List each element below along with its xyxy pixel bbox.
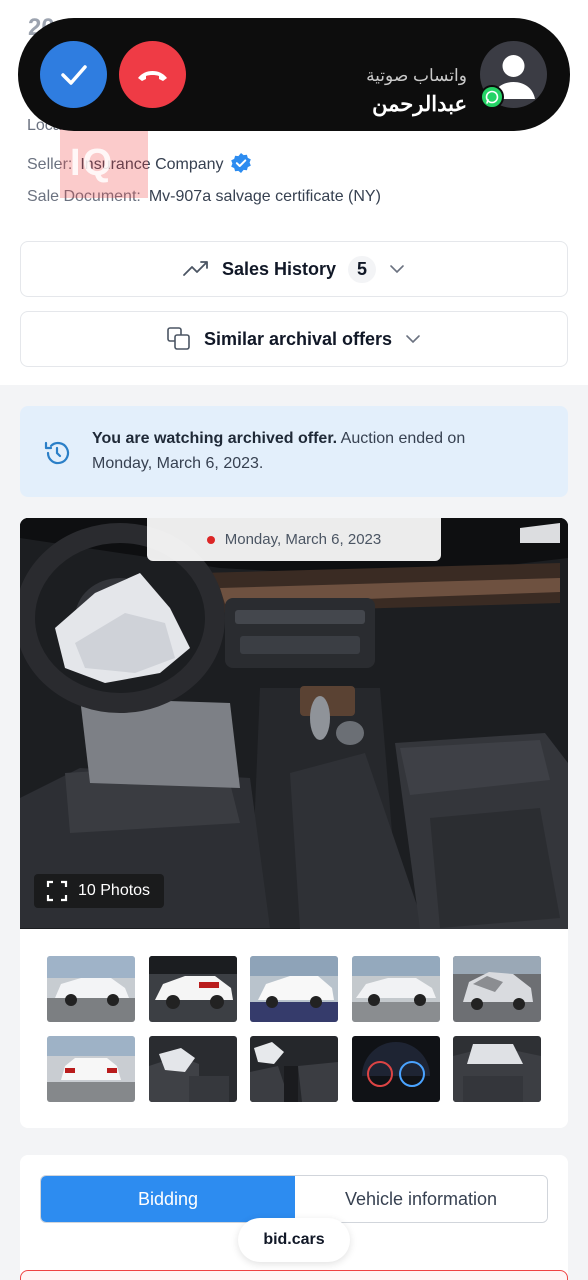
similar-offers-expander[interactable]: Similar archival offers xyxy=(20,311,568,367)
phone-hangup-icon xyxy=(138,71,167,81)
checkmark-icon xyxy=(61,65,87,85)
photo-gallery: Monday, March 6, 2023 10 Photos xyxy=(20,518,568,1128)
caller-subtitle: واتساب صوتية xyxy=(366,66,467,85)
photos-count-label: 10 Photos xyxy=(78,882,151,899)
date-dot-icon xyxy=(206,535,215,544)
tab-bidding[interactable]: Bidding xyxy=(41,1176,295,1222)
similar-offers-label: Similar archival offers xyxy=(203,328,393,349)
thumbnail[interactable] xyxy=(148,956,237,1022)
thumbnail[interactable] xyxy=(47,956,135,1022)
archived-offer-notice: You are watching archived offer. Auction… xyxy=(20,406,568,497)
thumbnail[interactable] xyxy=(47,1036,135,1102)
thumbnail[interactable] xyxy=(351,956,440,1022)
bottom-alert-box xyxy=(20,1270,568,1280)
browser-site-pill[interactable]: bid.cars xyxy=(238,1218,350,1262)
thumbnail-grid xyxy=(47,956,543,1102)
watermark-logo: IQ xyxy=(60,128,148,198)
trending-up-icon xyxy=(183,261,208,276)
car-interior-photo xyxy=(20,518,568,929)
fullscreen-icon xyxy=(46,880,68,902)
sales-history-count: 5 xyxy=(348,255,377,283)
notice-text: You are watching archived offer. Auction… xyxy=(92,426,512,476)
whatsapp-icon xyxy=(480,85,504,109)
incoming-call-banner[interactable]: واتساب صوتية عبدالرحمن xyxy=(18,18,570,131)
chevron-down-icon xyxy=(390,265,404,274)
auction-date: Monday, March 6, 2023 xyxy=(224,531,382,548)
sales-history-label: Sales History xyxy=(221,258,337,279)
copy-icon xyxy=(167,327,190,350)
history-icon xyxy=(44,441,70,465)
tab-bar: Bidding Vehicle information xyxy=(40,1175,548,1223)
thumbnail[interactable] xyxy=(453,1036,541,1102)
thumbnail[interactable] xyxy=(250,1036,338,1102)
accept-call-button[interactable] xyxy=(40,41,107,108)
sales-history-expander[interactable]: Sales History 5 xyxy=(20,241,568,297)
caller-name: عبدالرحمن xyxy=(372,93,467,116)
tab-vehicle-information[interactable]: Vehicle information xyxy=(295,1176,547,1222)
thumbnail[interactable] xyxy=(148,1036,237,1102)
decline-call-button[interactable] xyxy=(119,41,186,108)
notice-bold: You are watching archived offer. xyxy=(92,430,338,447)
chevron-down-icon xyxy=(406,335,420,344)
verified-badge-icon xyxy=(230,152,252,174)
auction-date-pill: Monday, March 6, 2023 xyxy=(147,518,441,561)
thumbnail[interactable] xyxy=(351,1036,440,1102)
thumbnail[interactable] xyxy=(250,956,338,1022)
main-photo[interactable]: Monday, March 6, 2023 10 Photos xyxy=(20,518,568,929)
thumbnail[interactable] xyxy=(453,956,541,1022)
photos-count-button[interactable]: 10 Photos xyxy=(34,874,165,908)
sale-document-value: Mv-907a salvage certificate (NY) xyxy=(148,188,381,205)
